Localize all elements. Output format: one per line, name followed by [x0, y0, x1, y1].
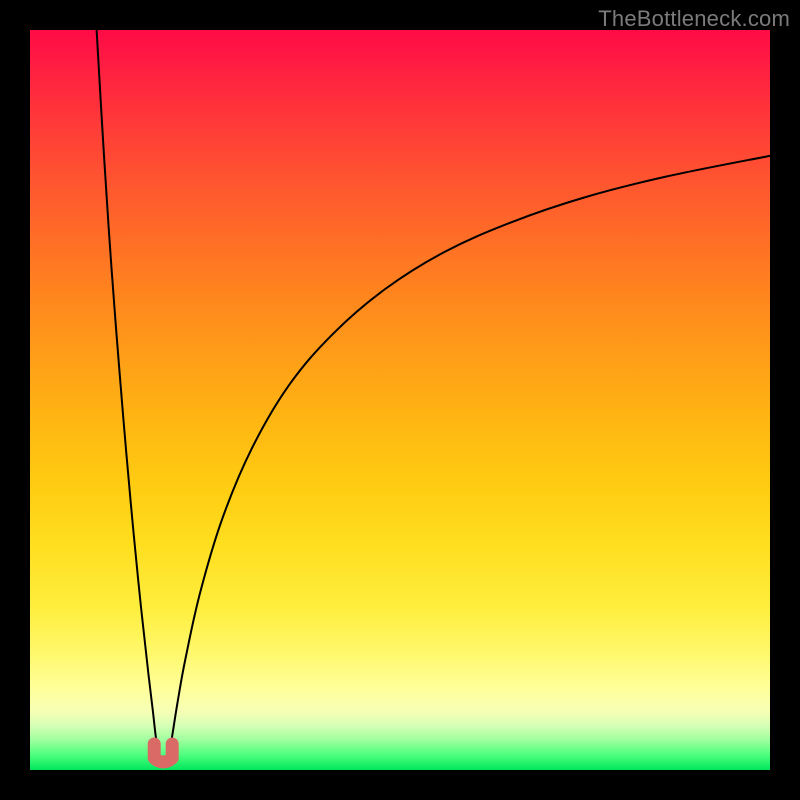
plot-area — [30, 30, 770, 770]
curve-layer — [30, 30, 770, 770]
watermark-text: TheBottleneck.com — [598, 6, 790, 32]
curve-left-branch — [97, 30, 159, 755]
curve-right-branch — [169, 156, 770, 755]
minimum-marker — [154, 744, 172, 762]
chart-frame: TheBottleneck.com — [0, 0, 800, 800]
